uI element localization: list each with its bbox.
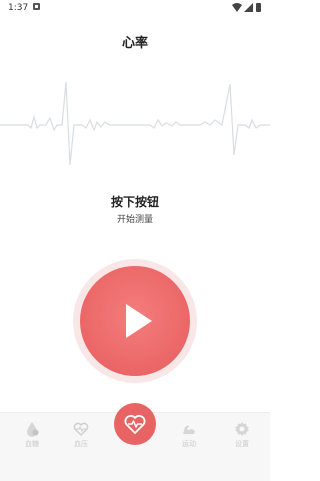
nav-item-blood-pressure[interactable]: 血压 — [61, 421, 101, 471]
nav-item-exercise[interactable]: 运动 — [169, 421, 209, 471]
nav-label-exercise: 运动 — [182, 440, 196, 448]
play-icon — [126, 304, 152, 338]
battery-icon — [256, 3, 261, 12]
status-bar: 1:37 — [0, 0, 270, 16]
notification-icon — [33, 3, 40, 10]
nav-label-settings: 设置 — [235, 440, 249, 448]
nav-item-heart-rate[interactable] — [114, 403, 156, 445]
instruction-main: 按下按钮 — [110, 195, 159, 209]
blood-drop-icon — [27, 422, 39, 437]
heart-outline-icon — [73, 422, 89, 437]
page-title: 心率 — [121, 36, 148, 51]
bicep-icon — [183, 425, 195, 434]
gear-icon — [235, 422, 249, 436]
nav-item-blood-sugar[interactable]: 血糖 — [12, 421, 52, 471]
status-time: 1:37 — [8, 3, 29, 13]
nav-item-settings[interactable]: 设置 — [222, 421, 262, 471]
nav-label-blood-pressure: 血压 — [74, 440, 88, 448]
wifi-icon — [232, 3, 242, 12]
start-measure-button[interactable] — [80, 266, 190, 376]
instruction-sub: 开始测量 — [116, 215, 153, 225]
signal-icon — [244, 3, 253, 12]
ecg-waveform — [0, 81, 270, 166]
heart-rate-icon — [124, 415, 146, 434]
nav-label-blood-sugar: 血糖 — [25, 440, 39, 448]
